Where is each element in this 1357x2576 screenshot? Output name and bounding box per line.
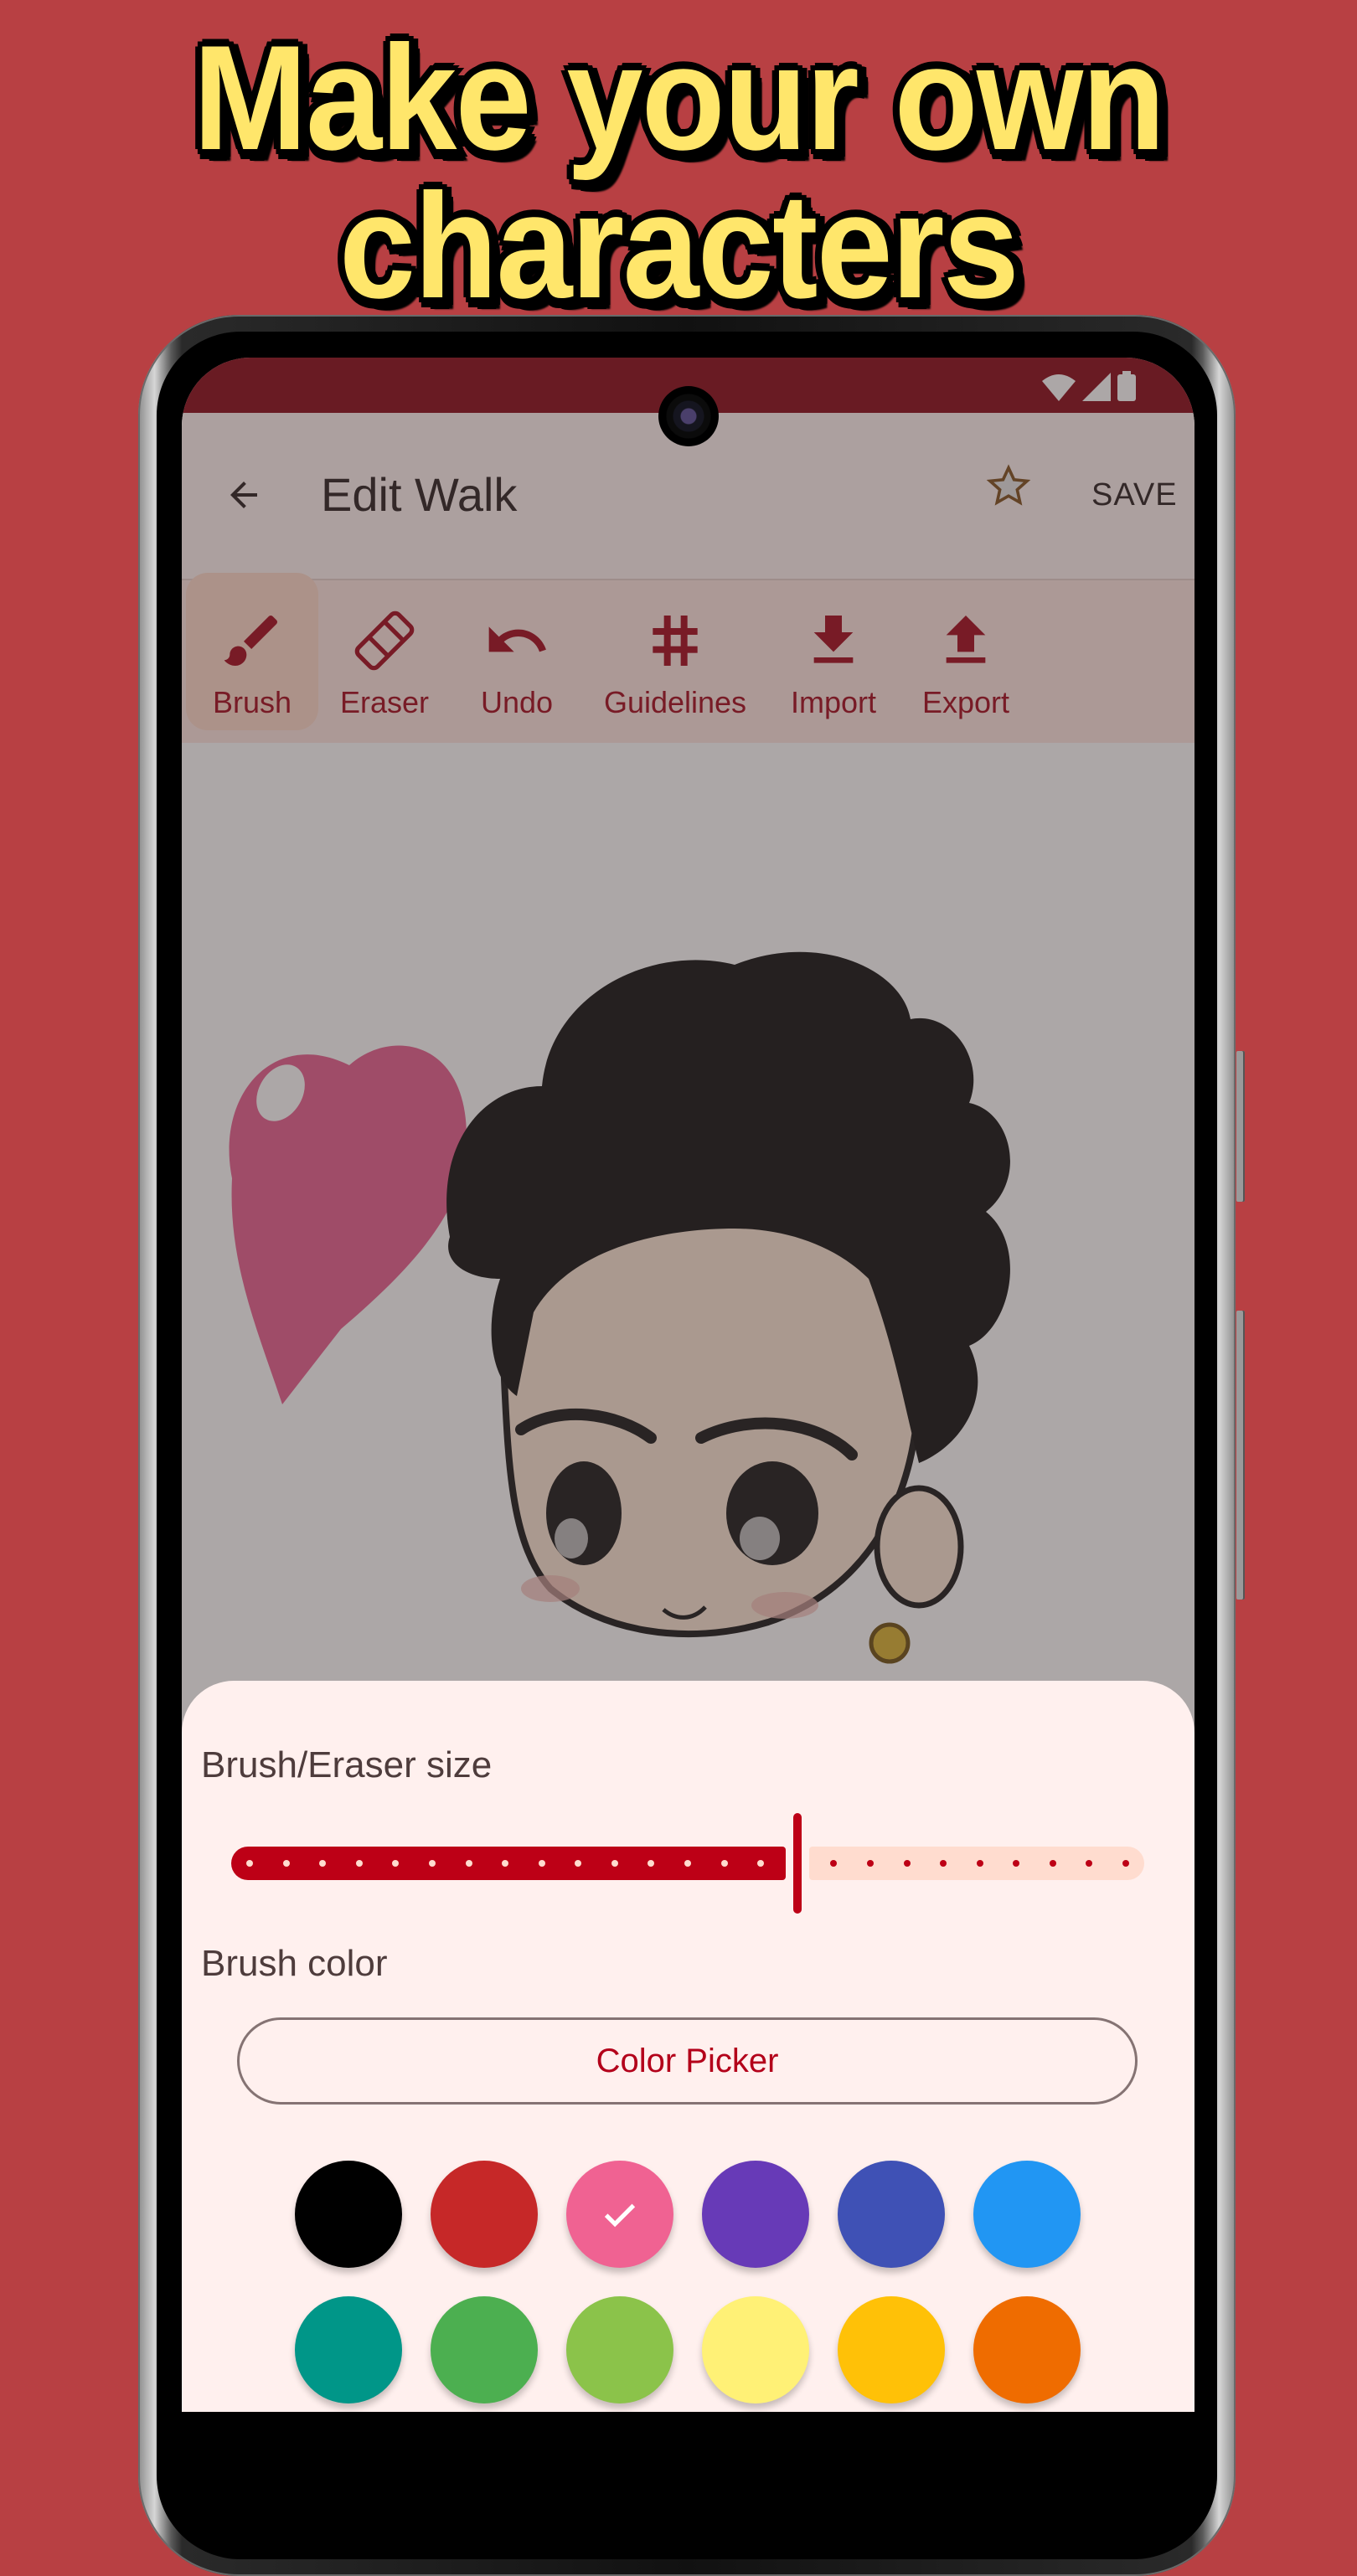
slider-tick <box>246 1860 253 1867</box>
color-picker-button[interactable]: Color Picker <box>237 2017 1138 2105</box>
slider-tick <box>538 1860 545 1867</box>
color-swatch-red[interactable] <box>431 2161 538 2268</box>
tool-label: Import <box>790 685 877 719</box>
color-swatch-teal[interactable] <box>295 2296 402 2403</box>
slider-thumb[interactable] <box>792 1813 802 1914</box>
check-icon <box>604 2203 636 2228</box>
phone-power-button <box>1236 1051 1245 1202</box>
download-icon <box>813 616 854 663</box>
color-swatch-purple[interactable] <box>702 2161 809 2268</box>
tool-label: Export <box>921 685 1010 719</box>
color-swatch-indigo[interactable] <box>838 2161 945 2268</box>
save-button[interactable]: SAVE <box>1091 470 1178 520</box>
tool-label: Brush <box>212 685 292 719</box>
eraser-icon <box>354 611 415 671</box>
favorite-button[interactable] <box>982 459 1035 513</box>
slider-tick <box>282 1860 290 1867</box>
slider-tick <box>611 1860 618 1867</box>
tool-undo[interactable]: Undo <box>451 580 583 739</box>
color-swatch-black[interactable] <box>295 2161 402 2268</box>
front-camera <box>658 386 719 446</box>
slider-tick <box>866 1860 874 1867</box>
tool-guidelines[interactable]: Guidelines <box>583 580 767 739</box>
battery-icon <box>1117 371 1136 401</box>
color-swatch-pink[interactable] <box>566 2161 673 2268</box>
tool-import[interactable]: Import <box>767 580 900 739</box>
page-title: Edit Walk <box>321 468 518 521</box>
grid-hash-icon <box>653 616 698 666</box>
tool-label: Eraser <box>339 685 430 719</box>
back-button[interactable] <box>219 470 269 520</box>
brush-size-slider[interactable] <box>231 1813 1144 1914</box>
slider-tick <box>465 1860 472 1867</box>
slider-tick <box>684 1860 691 1867</box>
tool-label: Guidelines <box>603 685 747 719</box>
star-outline-icon <box>986 464 1031 506</box>
arrow-back-icon <box>230 482 257 508</box>
slider-tick <box>1049 1860 1056 1867</box>
slider-tick <box>428 1860 436 1867</box>
slider-tick <box>903 1860 911 1867</box>
slider-tick <box>355 1860 363 1867</box>
tool-eraser[interactable]: Eraser <box>318 580 451 739</box>
color-swatch-blue[interactable] <box>973 2161 1081 2268</box>
brush-color-label: Brush color <box>201 1943 388 1984</box>
color-swatch-green[interactable] <box>431 2296 538 2403</box>
color-swatch-yellow[interactable] <box>702 2296 809 2403</box>
tool-brush[interactable]: Brush <box>186 573 318 739</box>
color-swatch-orange[interactable] <box>973 2296 1081 2403</box>
brush-icon <box>224 615 278 666</box>
color-swatch-amber[interactable] <box>838 2296 945 2403</box>
color-swatch-light-green[interactable] <box>566 2296 673 2403</box>
wifi-icon <box>1042 374 1076 401</box>
slider-tick <box>1122 1860 1129 1867</box>
drawing-toolbar: Brush Eraser Undo Guidelines Import Expo… <box>182 573 1194 744</box>
promo-headline-line1: Make your own <box>193 14 1165 181</box>
slider-tick <box>976 1860 983 1867</box>
undo-icon <box>488 626 546 652</box>
brush-size-label: Brush/Eraser size <box>201 1744 493 1785</box>
upload-icon <box>946 616 986 663</box>
tool-export[interactable]: Export <box>900 580 1032 739</box>
promo-headline-line2: characters <box>338 162 1019 329</box>
phone-volume-button <box>1236 1311 1245 1600</box>
tool-label: Undo <box>480 685 554 719</box>
phone-screen: Edit Walk SAVE Brush Eraser Undo Guideli… <box>182 358 1194 2412</box>
brush-settings-sheet: Brush/Eraser size Brush color Color Pick… <box>182 1681 1194 2412</box>
slider-tick <box>720 1860 728 1867</box>
cellular-signal-icon <box>1082 373 1111 401</box>
